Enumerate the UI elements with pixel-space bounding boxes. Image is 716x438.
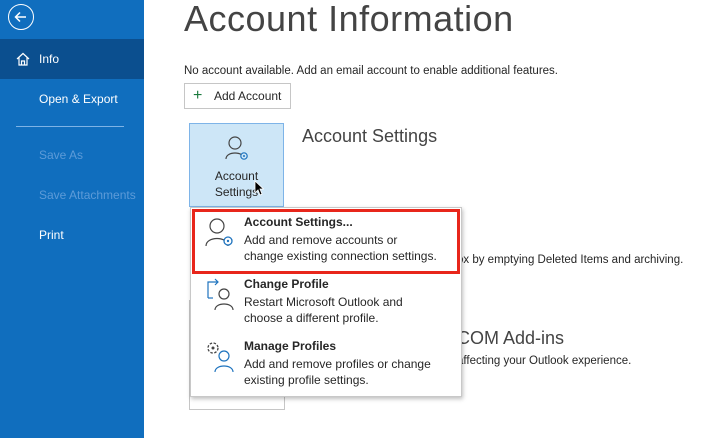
change-profile-icon (207, 278, 234, 311)
menu-item-description: Restart Microsoft Outlook and choose a d… (244, 294, 454, 326)
sidebar-item-save-attachments: Save Attachments (0, 175, 144, 215)
tile-label-line2: Settings (214, 185, 259, 199)
com-addins-heading: COM Add-ins (457, 328, 565, 348)
menu-item-manage-profiles[interactable]: Manage Profiles Add and remove profiles … (191, 334, 461, 396)
menu-item-description: Add and remove profiles or change existi… (244, 356, 454, 388)
backstage-sidebar: Info Open & Export Save As Save Attachme… (0, 0, 144, 438)
menu-item-title: Change Profile (244, 277, 329, 291)
page-title: Account Information (184, 0, 514, 39)
home-icon (16, 52, 30, 66)
sidebar-item-label: Open & Export (39, 92, 118, 106)
menu-item-change-profile[interactable]: Change Profile Restart Microsoft Outlook… (191, 272, 461, 334)
sidebar-item-label: Info (39, 52, 60, 66)
sidebar-item-save-as: Save As (0, 135, 144, 175)
sidebar-item-label: Save As (39, 148, 84, 162)
com-addins-text: affecting your Outlook experience. (457, 355, 632, 367)
sidebar-item-print[interactable]: Print (0, 215, 144, 255)
plus-icon: + (193, 87, 203, 104)
account-settings-tile-button[interactable]: Account Settings (189, 123, 284, 207)
menu-item-desc-line1: Add and remove profiles or change (244, 357, 431, 371)
menu-item-desc-line2: choose a different profile. (244, 311, 379, 325)
add-account-label: Add Account (214, 89, 282, 103)
manage-profiles-icon (207, 342, 234, 373)
sidebar-item-label: Print (39, 228, 64, 242)
back-button[interactable] (8, 4, 34, 30)
account-settings-icon (225, 136, 248, 160)
highlight-annotation-box (192, 209, 460, 274)
sidebar-divider (16, 126, 124, 127)
sidebar-item-info[interactable]: Info (0, 39, 144, 79)
sidebar-item-label: Save Attachments (39, 188, 136, 202)
tile-label-line1: Account (214, 169, 259, 183)
no-account-notice: No account available. Add an email accou… (184, 65, 559, 77)
menu-item-desc-line1: Restart Microsoft Outlook and (244, 295, 403, 309)
mailbox-cleanup-text: ox by emptying Deleted Items and archivi… (457, 254, 684, 266)
sidebar-item-open-export[interactable]: Open & Export (0, 79, 144, 119)
account-settings-tile-label: Account Settings (190, 168, 283, 200)
mouse-cursor-icon (254, 180, 264, 196)
menu-item-title: Manage Profiles (244, 339, 337, 353)
account-settings-heading: Account Settings (302, 126, 438, 146)
back-arrow-icon (14, 11, 26, 23)
add-account-button[interactable]: + Add Account (184, 83, 291, 109)
menu-item-desc-line2: existing profile settings. (244, 373, 369, 387)
